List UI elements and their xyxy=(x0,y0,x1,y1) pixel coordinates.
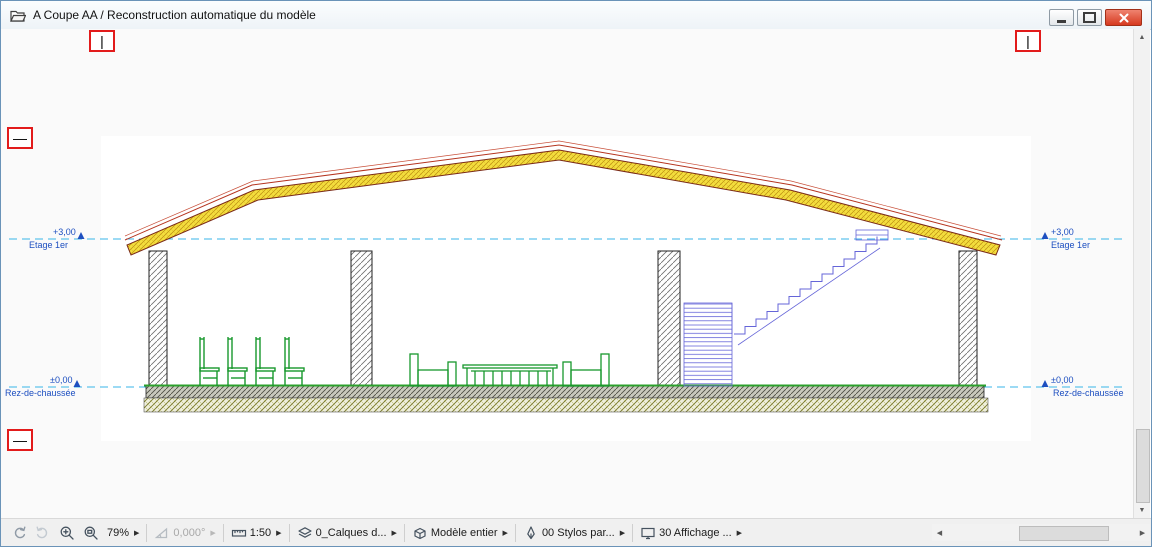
close-icon xyxy=(1119,13,1129,23)
section-handle-horizontal-glyph: — xyxy=(13,131,27,145)
maximize-button[interactable] xyxy=(1077,9,1102,26)
title-bar[interactable]: A Coupe AA / Reconstruction automatique … xyxy=(1,1,1151,30)
level-upper-name-left: Etage 1er xyxy=(29,240,68,250)
zoom-level-combo[interactable]: 79% ▶ xyxy=(103,522,143,544)
layers-combo[interactable]: 0_Calques d... ▶ xyxy=(293,522,401,544)
section-handle-left-lower[interactable]: — xyxy=(7,429,33,451)
pen-icon xyxy=(523,525,539,541)
model-filter-value: Modèle entier xyxy=(431,527,498,539)
zoom-in-icon xyxy=(59,525,75,541)
section-handle-vertical-glyph: | xyxy=(100,34,104,48)
pen-set-value: 00 Stylos par... xyxy=(542,527,615,539)
wall-exterior-left[interactable] xyxy=(149,251,167,386)
orientation-dropdown-icon: ▶ xyxy=(210,529,215,537)
zoom-fit-button[interactable] xyxy=(79,522,103,544)
horizontal-scroll-track[interactable] xyxy=(947,524,1135,541)
zoom-dropdown-icon: ▶ xyxy=(134,529,139,537)
statusbar-separator xyxy=(632,524,633,542)
zoom-level-value: 79% xyxy=(107,527,129,539)
display-options-icon xyxy=(640,525,656,541)
layers-dropdown-icon: ▶ xyxy=(392,529,397,537)
level-lower-value-left: ±0,00 xyxy=(50,375,72,385)
minimize-button[interactable] xyxy=(1049,9,1074,26)
statusbar-separator xyxy=(223,524,224,542)
window-title: A Coupe AA / Reconstruction automatique … xyxy=(33,8,316,22)
level-upper-value-left: +3,00 xyxy=(53,227,76,237)
scroll-down-icon: ▼ xyxy=(1139,507,1146,514)
scroll-up-button[interactable]: ▲ xyxy=(1134,29,1150,45)
level-lower-name-right: Rez-de-chaussée xyxy=(1053,388,1124,398)
statusbar-separator xyxy=(515,524,516,542)
statusbar-separator xyxy=(404,524,405,542)
previous-view-button[interactable] xyxy=(7,522,31,544)
scale-dropdown-icon: ▶ xyxy=(276,529,281,537)
zoom-fit-icon xyxy=(83,525,99,541)
section-drawing: +3,00 Etage 1er +3,00 Etage 1er ±0,00 Re… xyxy=(1,29,1133,518)
scroll-down-button[interactable]: ▼ xyxy=(1134,502,1150,518)
scroll-right-button[interactable]: ▶ xyxy=(1135,524,1150,541)
orientation-icon xyxy=(154,525,170,541)
horizontal-scrollbar[interactable]: ◀ ▶ xyxy=(932,524,1150,541)
ground-hatch xyxy=(144,398,988,412)
pen-set-combo[interactable]: 00 Stylos par... ▶ xyxy=(519,522,629,544)
level-lower-name-left: Rez-de-chaussée xyxy=(5,388,76,398)
scroll-up-icon: ▲ xyxy=(1139,34,1146,41)
scroll-right-icon: ▶ xyxy=(1140,529,1145,537)
section-window-icon xyxy=(10,9,26,22)
section-handle-top-left[interactable]: | xyxy=(89,30,115,52)
layers-icon xyxy=(297,525,313,541)
display-options-combo[interactable]: 30 Affichage ... ▶ xyxy=(636,522,746,544)
pen-dropdown-icon: ▶ xyxy=(620,529,625,537)
close-button[interactable] xyxy=(1105,9,1142,26)
drawing-canvas[interactable]: +3,00 Etage 1er +3,00 Etage 1er ±0,00 Re… xyxy=(1,29,1133,518)
minimize-icon xyxy=(1057,20,1066,23)
scale-ruler-icon xyxy=(231,525,247,541)
status-bar: 79% ▶ 0,000° ▶ 1:50 ▶ xyxy=(1,518,1151,546)
scale-combo[interactable]: 1:50 ▶ xyxy=(227,522,286,544)
floor-slab[interactable] xyxy=(144,386,988,413)
model-dropdown-icon: ▶ xyxy=(503,529,508,537)
model-filter-combo[interactable]: Modèle entier ▶ xyxy=(408,522,512,544)
statusbar-separator xyxy=(289,524,290,542)
wall-exterior-right[interactable] xyxy=(959,251,977,386)
display-dropdown-icon: ▶ xyxy=(737,529,742,537)
maximize-icon xyxy=(1083,12,1096,23)
orientation-combo[interactable]: 0,000° ▶ xyxy=(150,522,219,544)
section-handle-left-upper[interactable]: — xyxy=(7,127,33,149)
scale-value: 1:50 xyxy=(250,527,271,539)
zoom-in-button[interactable] xyxy=(55,522,79,544)
scroll-left-icon: ◀ xyxy=(937,529,942,537)
level-lower-value-right: ±0,00 xyxy=(1051,375,1073,385)
display-options-value: 30 Affichage ... xyxy=(659,527,732,539)
wall-interior-1[interactable] xyxy=(351,251,372,386)
scroll-left-button[interactable]: ◀ xyxy=(932,524,947,541)
horizontal-scroll-thumb[interactable] xyxy=(1019,526,1109,541)
app-window: A Coupe AA / Reconstruction automatique … xyxy=(0,0,1152,547)
section-handle-top-right[interactable]: | xyxy=(1015,30,1041,52)
wall-interior-2[interactable] xyxy=(658,251,680,386)
level-upper-name-right: Etage 1er xyxy=(1051,240,1090,250)
next-view-button[interactable] xyxy=(31,522,55,544)
previous-view-icon xyxy=(11,525,27,541)
next-view-icon xyxy=(35,525,51,541)
section-handle-vertical-glyph: | xyxy=(1026,34,1030,48)
statusbar-separator xyxy=(146,524,147,542)
model-cube-icon xyxy=(412,525,428,541)
vertical-scrollbar[interactable]: ▲ ▼ xyxy=(1133,29,1150,518)
level-upper-value-right: +3,00 xyxy=(1051,227,1074,237)
layers-value: 0_Calques d... xyxy=(316,527,387,539)
section-handle-horizontal-glyph: — xyxy=(13,433,27,447)
vertical-scroll-thumb[interactable] xyxy=(1136,429,1150,503)
orientation-value: 0,000° xyxy=(173,527,205,539)
